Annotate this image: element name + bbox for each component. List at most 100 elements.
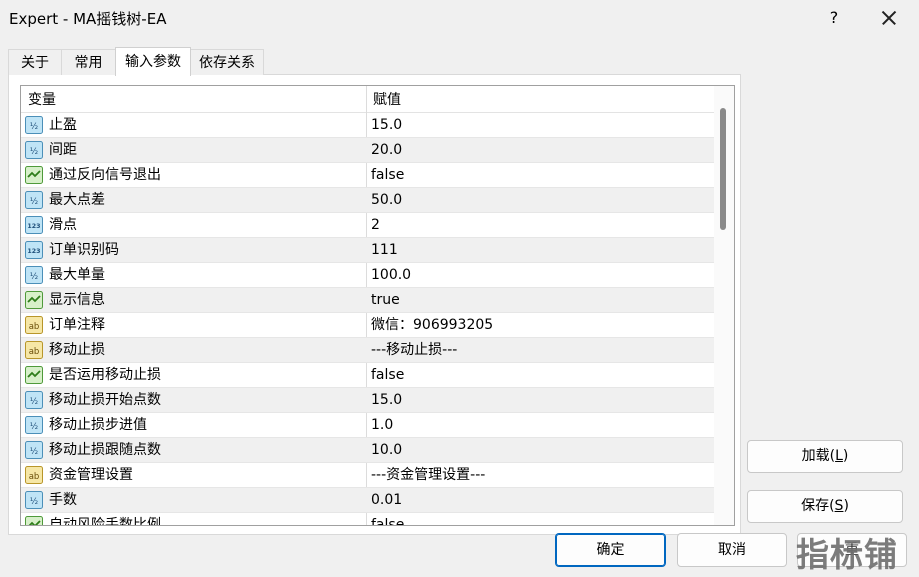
parameter-value[interactable]: false — [371, 513, 404, 525]
table-row[interactable]: ½ 最大单量 100.0 — [21, 263, 714, 288]
double-value-icon: ½ — [25, 141, 43, 159]
table-row[interactable]: ½ 止盈 15.0 — [21, 113, 714, 138]
double-value-icon: ½ — [25, 441, 43, 459]
double-value-icon: ½ — [25, 266, 43, 284]
load-button[interactable]: 加载(L) — [747, 440, 903, 473]
tab-dependencies[interactable]: 依存关系 — [190, 49, 264, 75]
parameter-name: 间距 — [49, 142, 77, 158]
tab-common[interactable]: 常用 — [61, 49, 116, 75]
table-row[interactable]: ½ 移动止损开始点数 15.0 — [21, 388, 714, 413]
help-button[interactable]: ? — [820, 4, 848, 32]
tab-inputs[interactable]: 输入参数 — [115, 47, 191, 76]
parameter-name: 订单注释 — [49, 317, 105, 333]
svg-text:½: ½ — [30, 447, 38, 457]
parameter-value[interactable]: 111 — [371, 238, 398, 263]
scrollbar-thumb[interactable] — [720, 108, 726, 230]
svg-text:½: ½ — [30, 197, 38, 207]
parameter-name: 移动止损 — [49, 342, 105, 358]
integer-value-icon: 123 — [25, 241, 43, 259]
table-row[interactable]: ab 移动止损 ---移动止损--- — [21, 338, 714, 363]
column-header-variable[interactable]: 变量 — [28, 86, 56, 112]
ok-button[interactable]: 确定 — [555, 533, 666, 567]
parameter-value[interactable]: 50.0 — [371, 188, 402, 213]
parameter-name: 自动风险手数比例 — [49, 517, 161, 526]
parameter-value[interactable]: 微信：906993205 — [371, 313, 493, 338]
double-value-icon: ½ — [25, 416, 43, 434]
svg-text:123: 123 — [27, 223, 40, 230]
double-value-icon: ½ — [25, 116, 43, 134]
table-row[interactable]: ½ 最大点差 50.0 — [21, 188, 714, 213]
parameter-value[interactable]: 1.0 — [371, 413, 393, 438]
parameter-name: 通过反向信号退出 — [49, 167, 161, 183]
column-header-value[interactable]: 赋值 — [373, 86, 401, 112]
string-value-icon: ab — [25, 466, 43, 484]
parameter-name: 移动止损跟随点数 — [49, 442, 161, 458]
window-title: Expert - MA摇钱树-EA — [9, 10, 167, 28]
boolean-value-icon — [25, 291, 43, 309]
svg-text:ab: ab — [29, 472, 40, 482]
svg-text:123: 123 — [27, 248, 40, 255]
parameter-name: 最大点差 — [49, 192, 105, 208]
svg-text:½: ½ — [30, 422, 38, 432]
parameter-name: 是否运用移动止损 — [49, 367, 161, 383]
table-row[interactable]: 通过反向信号退出 false — [21, 163, 714, 188]
svg-text:ab: ab — [29, 322, 40, 332]
parameter-value[interactable]: false — [371, 363, 404, 388]
table-body: ½ 止盈 15.0 ½ 间距 20.0 通过反向信号退出 false ½ 最大点差 50.0 123 滑… — [21, 113, 714, 526]
svg-text:½: ½ — [30, 147, 38, 157]
double-value-icon: ½ — [25, 491, 43, 509]
svg-text:½: ½ — [30, 122, 38, 132]
svg-text:½: ½ — [30, 497, 38, 507]
table-row[interactable]: 显示信息 true — [21, 288, 714, 313]
tab-about[interactable]: 关于 — [8, 49, 62, 75]
parameter-value[interactable]: 20.0 — [371, 138, 402, 163]
parameter-name: 止盈 — [49, 117, 77, 133]
svg-text:½: ½ — [30, 272, 38, 282]
parameter-value[interactable]: true — [371, 288, 400, 313]
parameter-value[interactable]: false — [371, 163, 404, 188]
parameter-value[interactable]: 10.0 — [371, 438, 402, 463]
boolean-value-icon — [25, 516, 43, 525]
load-button-text: 加载 — [801, 448, 830, 464]
parameter-value[interactable]: ---资金管理设置--- — [371, 463, 485, 488]
parameter-value[interactable]: 0.01 — [371, 488, 402, 513]
table-header: 变量 赋值 — [21, 86, 714, 113]
close-icon[interactable] — [874, 4, 904, 32]
vertical-scrollbar[interactable] — [714, 86, 734, 525]
save-button[interactable]: 保存(S) — [747, 490, 903, 523]
parameter-value[interactable]: 100.0 — [371, 263, 411, 288]
parameter-name: 最大单量 — [49, 267, 105, 283]
table-row[interactable]: ½ 间距 20.0 — [21, 138, 714, 163]
parameter-name: 手数 — [49, 492, 77, 508]
table-row[interactable]: ½ 移动止损步进值 1.0 — [21, 413, 714, 438]
parameters-table[interactable]: 变量 赋值 ½ 止盈 15.0 ½ 间距 20.0 通过反向信号退出 false ½ 最大点差 50… — [20, 85, 735, 526]
parameter-name: 资金管理设置 — [49, 467, 133, 483]
parameter-value[interactable]: 2 — [371, 213, 380, 238]
table-row[interactable]: ab 订单注释 微信：906993205 — [21, 313, 714, 338]
table-row[interactable]: 自动风险手数比例 false — [21, 513, 714, 526]
save-hotkey: S — [834, 498, 844, 514]
table-row[interactable]: ab 资金管理设置 ---资金管理设置--- — [21, 463, 714, 488]
parameter-name: 移动止损步进值 — [49, 417, 147, 433]
table-row[interactable]: 123 滑点 2 — [21, 213, 714, 238]
parameter-value[interactable]: ---移动止损--- — [371, 338, 457, 363]
table-row[interactable]: ½ 移动止损跟随点数 10.0 — [21, 438, 714, 463]
svg-text:ab: ab — [29, 347, 40, 357]
parameter-value[interactable]: 15.0 — [371, 388, 402, 413]
string-value-icon: ab — [25, 316, 43, 334]
svg-text:½: ½ — [30, 397, 38, 407]
table-row[interactable]: 是否运用移动止损 false — [21, 363, 714, 388]
string-value-icon: ab — [25, 341, 43, 359]
table-row[interactable]: ½ 手数 0.01 — [21, 488, 714, 513]
save-button-text: 保存 — [801, 498, 830, 514]
parameter-name: 移动止损开始点数 — [49, 392, 161, 408]
parameter-name: 显示信息 — [49, 292, 105, 308]
cancel-button[interactable]: 取消 — [677, 533, 787, 567]
integer-value-icon: 123 — [25, 216, 43, 234]
table-row[interactable]: 123 订单识别码 111 — [21, 238, 714, 263]
watermark: 指标铺 — [796, 535, 898, 574]
parameter-name: 订单识别码 — [49, 242, 119, 258]
parameter-value[interactable]: 15.0 — [371, 113, 402, 138]
boolean-value-icon — [25, 166, 43, 184]
title-bar: Expert - MA摇钱树-EA ? — [0, 0, 919, 36]
